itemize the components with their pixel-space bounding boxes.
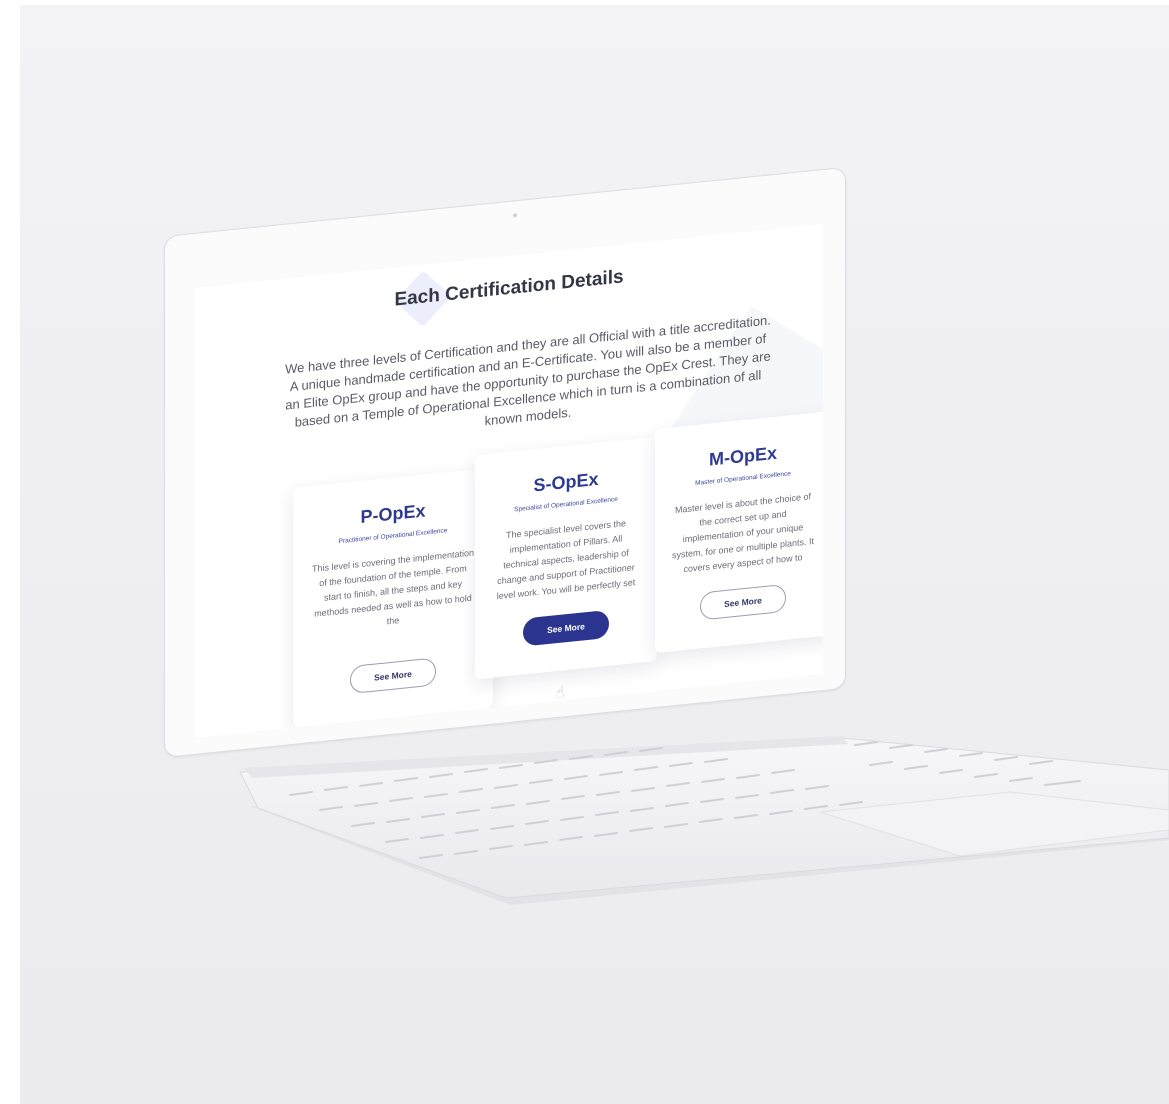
see-more-button-s-opex[interactable]: See More <box>523 609 609 647</box>
card-description: This level is covering the implementatio… <box>311 547 475 627</box>
see-more-button-p-opex[interactable]: See More <box>350 657 436 695</box>
card-s-opex: S-OpEx Specialist of Operational Excelle… <box>475 436 657 680</box>
card-description: The specialist level covers the implemen… <box>496 518 636 602</box>
web-page: Each Certification Details We have three… <box>195 224 823 738</box>
hand-cursor-icon: ☝ <box>555 682 565 703</box>
laptop-screen-frame: Each Certification Details We have three… <box>164 166 846 758</box>
card-m-opex: M-OpEx Master of Operational Excellence … <box>655 411 823 654</box>
card-p-opex: P-OpEx Practitioner of Operational Excel… <box>293 467 493 728</box>
camera-dot <box>513 213 517 218</box>
card-description: Master level is about the choice of the … <box>671 491 815 575</box>
see-more-button-m-opex[interactable]: See More <box>700 583 786 621</box>
